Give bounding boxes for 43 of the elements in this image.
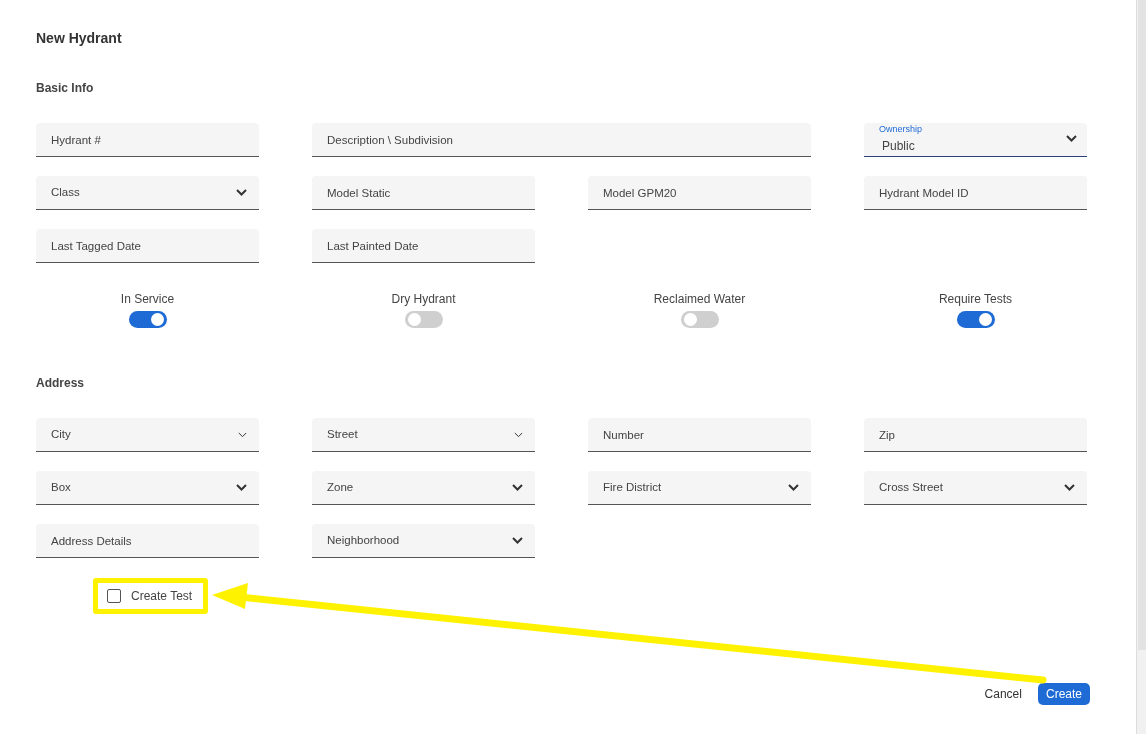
toggle-label: Require Tests (938, 291, 1013, 308)
dropdown[interactable]: Street (312, 418, 535, 452)
toggle-label: In Service (120, 291, 175, 308)
toggle-label: Dry Hydrant (391, 291, 456, 308)
input-field[interactable]: Address Details (36, 524, 259, 558)
dropdown[interactable]: Zone (312, 471, 535, 505)
section-title: Address (36, 375, 86, 392)
dropdown[interactable]: Ownership Public (864, 123, 1087, 157)
input-field[interactable]: Last Tagged Date (36, 229, 259, 263)
toggle-label: Reclaimed Water (653, 291, 746, 308)
chevron-down-icon (238, 431, 247, 438)
toggle-switch[interactable] (680, 311, 719, 328)
cancel-button[interactable]: Cancel (984, 685, 1022, 703)
input-field[interactable]: Model GPM20 (588, 176, 811, 210)
dropdown[interactable]: Cross Street (864, 471, 1087, 505)
chevron-down-icon (512, 484, 523, 491)
dropdown[interactable]: Fire District (588, 471, 811, 505)
section-title: Basic Info (36, 80, 95, 97)
input-field[interactable]: Number (588, 418, 811, 452)
dropdown[interactable]: Class (36, 176, 259, 210)
dropdown[interactable]: Neighborhood (312, 524, 535, 558)
chevron-down-icon (1066, 135, 1077, 142)
chevron-down-icon (788, 484, 799, 491)
input-field[interactable]: Zip (864, 418, 1087, 452)
input-field[interactable]: Hydrant # (36, 123, 259, 157)
chevron-down-icon (236, 189, 247, 196)
chevron-down-icon (236, 484, 247, 491)
checkbox-label[interactable]: Create Test (131, 587, 193, 605)
input-field[interactable]: Model Static (312, 176, 535, 210)
input-field[interactable]: Hydrant Model ID (864, 176, 1087, 210)
chevron-down-icon (1064, 484, 1075, 491)
toggle-switch[interactable] (128, 311, 167, 328)
chevron-down-icon (514, 431, 523, 438)
checkbox[interactable] (107, 589, 121, 603)
create-button[interactable]: Create (1037, 683, 1090, 705)
input-field[interactable]: Description \ Subdivision (312, 123, 811, 157)
toggle-switch[interactable] (956, 311, 995, 328)
dropdown[interactable]: City (36, 418, 259, 452)
toggle-switch[interactable] (404, 311, 443, 328)
dropdown[interactable]: Box (36, 471, 259, 505)
dialog-title: New Hydrant (36, 29, 123, 48)
chevron-down-icon (512, 537, 523, 544)
input-field[interactable]: Last Painted Date (312, 229, 535, 263)
